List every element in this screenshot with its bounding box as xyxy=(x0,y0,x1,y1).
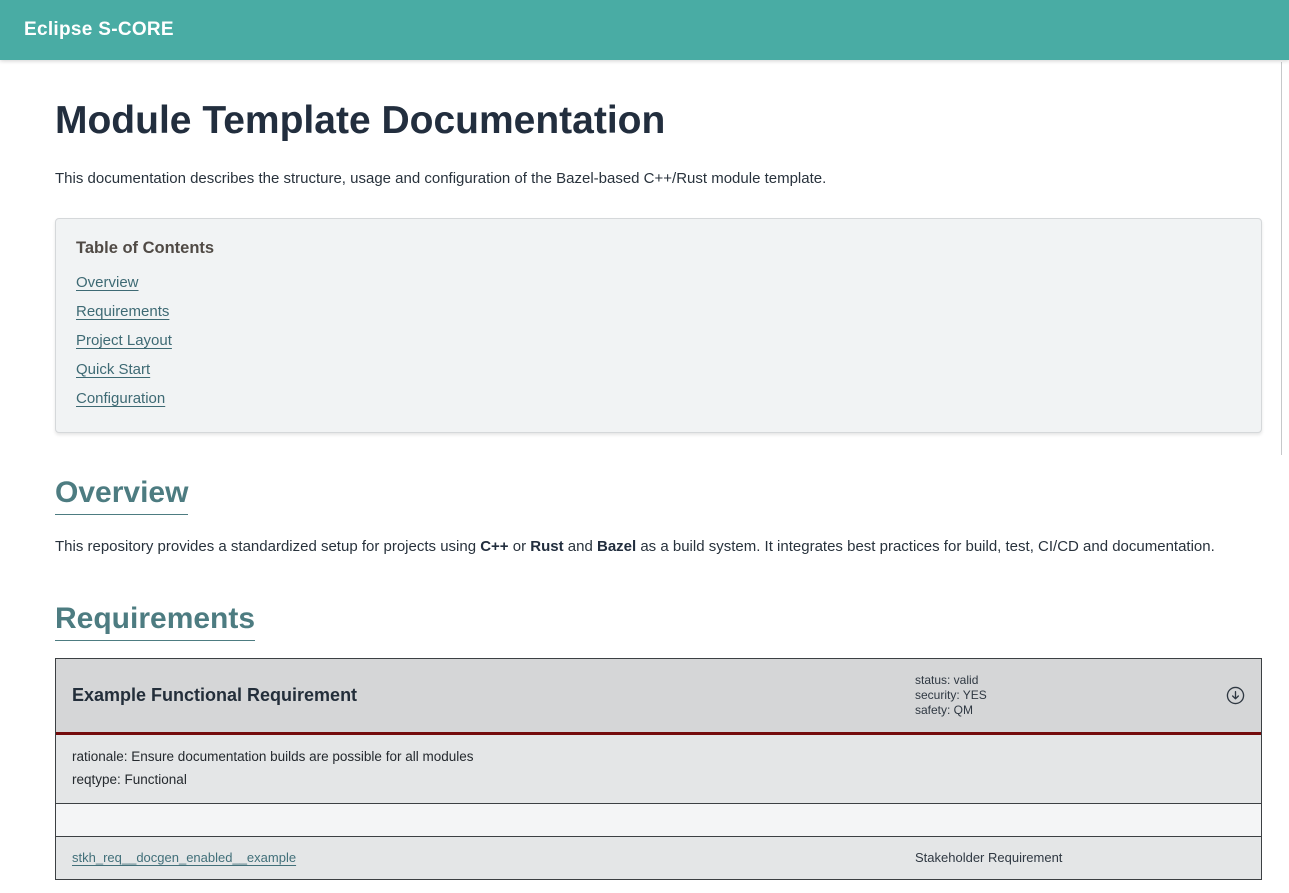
intro-paragraph: This documentation describes the structu… xyxy=(55,170,1262,187)
requirement-spacer-row xyxy=(56,803,1261,836)
brand-title: Eclipse S-CORE xyxy=(24,19,174,41)
bold-term: Bazel xyxy=(597,538,636,555)
linked-requirement-type: Stakeholder Requirement xyxy=(915,850,1245,865)
overview-paragraph: This repository provides a standardized … xyxy=(55,538,1262,555)
scrollbar[interactable] xyxy=(1281,62,1282,455)
overview-heading: Overview xyxy=(55,475,188,515)
text-segment: This repository provides a standardized … xyxy=(55,538,480,555)
linked-requirement-row: stkh_req__docgen_enabled__example Stakeh… xyxy=(56,836,1261,879)
toc-item: Configuration xyxy=(76,390,1241,408)
rationale-field: rationale: Ensure documentation builds a… xyxy=(72,749,1245,764)
section-overview: Overview This repository provides a stan… xyxy=(55,475,1262,555)
linked-requirement-cell: stkh_req__docgen_enabled__example xyxy=(72,849,915,867)
meta-line: safety: QM xyxy=(915,703,1215,718)
toc-link-requirements[interactable]: Requirements xyxy=(76,303,169,320)
bold-term: C++ xyxy=(480,538,508,555)
linked-requirement-link[interactable]: stkh_req__docgen_enabled__example xyxy=(72,850,296,865)
reqtype-field: reqtype: Functional xyxy=(72,772,1245,787)
requirement-body: rationale: Ensure documentation builds a… xyxy=(56,735,1261,803)
table-of-contents: Table of Contents Overview Requirements Pr… xyxy=(55,218,1262,433)
toc-link-project-layout[interactable]: Project Layout xyxy=(76,332,172,349)
section-requirements: Requirements Example Functional Requirem… xyxy=(55,601,1262,880)
app-header: Eclipse S-CORE xyxy=(0,0,1289,60)
page-title: Module Template Documentation xyxy=(55,98,1262,145)
toc-item: Overview xyxy=(76,274,1241,292)
page-content: Module Template Documentation This docum… xyxy=(0,98,1289,880)
text-segment: as a build system. It integrates best pr… xyxy=(636,538,1215,555)
toc-item: Project Layout xyxy=(76,332,1241,350)
toc-link-configuration[interactable]: Configuration xyxy=(76,390,165,407)
bold-term: Rust xyxy=(530,538,563,555)
meta-line: status: valid xyxy=(915,673,1215,688)
requirement-title: Example Functional Requirement xyxy=(72,685,915,706)
toc-link-quick-start[interactable]: Quick Start xyxy=(76,361,150,378)
collapse-button[interactable] xyxy=(1215,686,1245,705)
toc-list: Overview Requirements Project Layout Quick … xyxy=(76,274,1241,408)
toc-link-overview[interactable]: Overview xyxy=(76,274,139,291)
meta-line: security: YES xyxy=(915,688,1215,703)
toc-item: Requirements xyxy=(76,303,1241,321)
text-segment: or xyxy=(509,538,531,555)
toc-item: Quick Start xyxy=(76,361,1241,379)
requirement-card-header: Example Functional Requirement status: v… xyxy=(56,659,1261,735)
requirements-heading: Requirements xyxy=(55,601,255,641)
text-segment: and xyxy=(564,538,597,555)
toc-title: Table of Contents xyxy=(76,239,1241,258)
requirement-card: Example Functional Requirement status: v… xyxy=(55,658,1262,880)
requirement-meta: status: validsecurity: YESsafety: QM xyxy=(915,673,1215,718)
arrow-down-circle-icon xyxy=(1226,686,1245,705)
